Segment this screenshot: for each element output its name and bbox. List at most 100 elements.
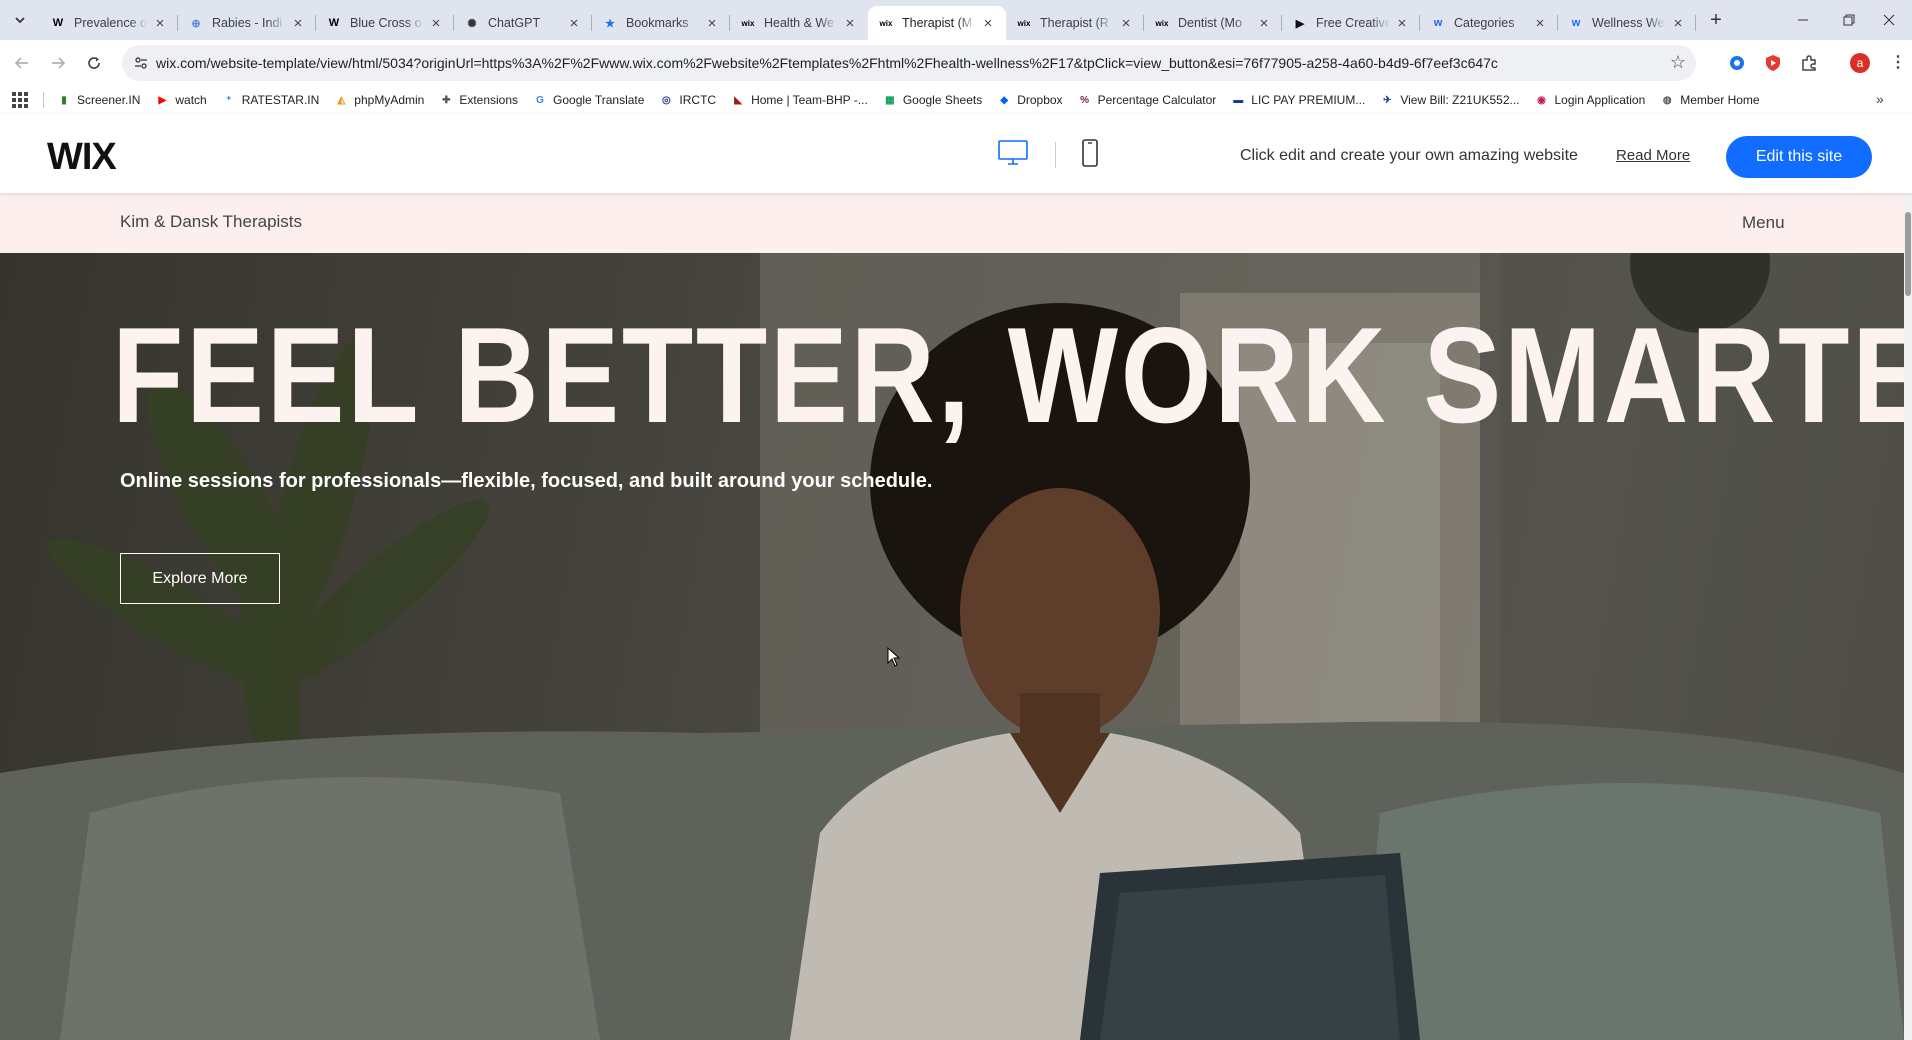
browser-tab[interactable]: W Blue Cross o × [316, 6, 454, 40]
address-bar[interactable]: wix.com/website-template/view/html/5034?… [122, 45, 1696, 81]
bookmark-label: Extensions [459, 93, 519, 107]
minimize-button[interactable] [1780, 0, 1826, 40]
browser-tab[interactable]: ✺ ChatGPT × [454, 6, 592, 40]
bookmark-label: Member Home [1680, 93, 1760, 107]
youtube-icon: ▶ [158, 94, 167, 106]
webflow-icon: w [1571, 17, 1581, 29]
close-tab-icon[interactable]: × [980, 15, 996, 32]
wix-preview-bar: WIX Click edit and create your own amazi… [0, 114, 1912, 193]
browser-tab[interactable]: ⊕ Rabies - Indi × [178, 6, 316, 40]
browser-tab[interactable]: ★ Bookmarks × [592, 6, 730, 40]
wix-logo[interactable]: WIX [47, 136, 117, 179]
extension-shield-icon[interactable] [1762, 52, 1784, 74]
bookmark-label: RATESTAR.IN [241, 93, 320, 107]
tab-title: Prevalence o [74, 16, 147, 30]
tab-title: ChatGPT [488, 16, 541, 30]
close-tab-icon[interactable]: × [1256, 15, 1272, 32]
forward-button[interactable] [46, 51, 70, 75]
bookmark-label: IRCTC [679, 93, 717, 107]
teambhp-icon: ◣ [734, 94, 742, 106]
webflow-icon: w [1433, 17, 1443, 29]
profile-avatar[interactable]: a [1850, 53, 1870, 73]
read-more-link[interactable]: Read More [1616, 147, 1690, 164]
bookmark-star-icon[interactable]: ☆ [1670, 52, 1686, 73]
close-tab-icon[interactable]: × [1118, 15, 1134, 32]
bookmarks-divider [43, 92, 44, 108]
more-bookmarks-icon[interactable]: » [1876, 91, 1884, 107]
browser-tab[interactable]: W Prevalence o × [40, 6, 178, 40]
edit-this-site-button[interactable]: Edit this site [1726, 136, 1872, 178]
browser-menu-icon[interactable]: ⋮ [1890, 52, 1906, 72]
bookmark-item[interactable]: ⁺ RATESTAR.IN [221, 92, 320, 108]
browser-tab[interactable]: wix Therapist (R × [1006, 6, 1144, 40]
bookmark-item[interactable]: ◍ Member Home [1659, 92, 1760, 108]
bookmark-item[interactable]: ▶ watch [154, 92, 207, 108]
tab-title: Rabies - Indi [212, 16, 283, 30]
globe-icon: ⊕ [191, 17, 201, 30]
explore-more-button[interactable]: Explore More [120, 553, 280, 604]
globe-icon: ◍ [1662, 94, 1672, 106]
close-tab-icon[interactable]: × [1532, 15, 1548, 32]
close-window-button[interactable] [1866, 0, 1912, 40]
page-scrollbar[interactable] [1904, 193, 1912, 1040]
close-tab-icon[interactable]: × [1670, 15, 1686, 32]
close-tab-icon[interactable]: × [1394, 15, 1410, 32]
browser-tab[interactable]: ▶ Free Creative × [1282, 6, 1420, 40]
close-tab-icon[interactable]: × [428, 15, 444, 32]
tab-title: Therapist (M [902, 16, 973, 30]
bar-chart-icon: ▮ [61, 94, 67, 106]
browser-tab[interactable]: wix Therapist (M × [868, 6, 1006, 40]
new-tab-button[interactable]: + [1704, 8, 1728, 32]
translate-icon: G [536, 94, 544, 106]
bookmark-item[interactable]: ▮ Screener.IN [56, 92, 140, 108]
bookmark-label: LIC PAY PREMIUM... [1251, 93, 1366, 107]
close-tab-icon[interactable]: × [704, 15, 720, 32]
extension-globe-icon[interactable] [1726, 52, 1748, 74]
bookmark-label: View Bill: Z21UK552... [1400, 93, 1520, 107]
site-menu-button[interactable]: Menu [1742, 213, 1785, 233]
tab-title: Therapist (R [1040, 16, 1109, 30]
scrollbar-thumb[interactable] [1905, 212, 1911, 296]
apps-grid-icon[interactable] [12, 92, 28, 108]
mouse-cursor-icon [887, 647, 901, 667]
browser-tab-strip: W Prevalence o × ⊕ Rabies - Indi × W Blue Cross… [0, 0, 1912, 40]
bookmark-item[interactable]: ✈ View Bill: Z21UK552... [1379, 92, 1519, 108]
extensions-puzzle-icon[interactable] [1798, 52, 1820, 74]
close-tab-icon[interactable]: × [290, 15, 306, 32]
close-tab-icon[interactable]: × [566, 15, 582, 32]
bookmark-item[interactable]: ▦ Google Sheets [882, 92, 982, 108]
bookmark-item[interactable]: ◣ Home | Team-BHP -... [730, 92, 868, 108]
ratestar-icon: ⁺ [226, 94, 232, 106]
bookmark-item[interactable]: % Percentage Calculator [1077, 92, 1216, 108]
tab-title: Health & We [764, 16, 834, 30]
close-tab-icon[interactable]: × [152, 15, 168, 32]
url-text[interactable]: wix.com/website-template/view/html/5034?… [156, 55, 1498, 71]
tab-title: Categories [1454, 16, 1515, 30]
reload-button[interactable] [82, 51, 106, 75]
bookmark-item[interactable]: ◆ Dropbox [996, 92, 1062, 108]
wix-icon: wix [741, 18, 755, 28]
site-info-icon[interactable] [132, 54, 150, 72]
browser-tab[interactable]: w Categories × [1420, 6, 1558, 40]
bookmark-item[interactable]: G Google Translate [532, 92, 644, 108]
desktop-view-icon[interactable] [998, 140, 1028, 166]
site-name[interactable]: Kim & Dansk Therapists [120, 212, 302, 232]
browser-tab[interactable]: w Wellness We × [1558, 6, 1696, 40]
puzzle-icon: ✚ [442, 94, 451, 106]
dropbox-icon: ◆ [1000, 94, 1009, 106]
bookmark-item[interactable]: ✚ Extensions [438, 92, 518, 108]
mobile-view-icon[interactable] [1082, 139, 1098, 167]
bookmark-item[interactable]: ◎ IRCTC [658, 92, 716, 108]
hero-title: FEEL BETTER, WORK SMARTER [112, 299, 1904, 451]
close-tab-icon[interactable]: × [842, 15, 858, 32]
hero-subtitle: Online sessions for professionals—flexib… [120, 470, 933, 492]
bookmark-item[interactable]: ◭ phpMyAdmin [333, 92, 424, 108]
browser-tab[interactable]: wix Health & We × [730, 6, 868, 40]
browser-tab[interactable]: wix Dentist (Mo × [1144, 6, 1282, 40]
bill-icon: ✈ [1383, 94, 1392, 106]
bookmark-item[interactable]: ◉ Login Application [1534, 92, 1645, 108]
tab-search-chevron-icon[interactable] [8, 8, 32, 32]
bookmark-item[interactable]: ▬ LIC PAY PREMIUM... [1230, 92, 1365, 108]
back-button[interactable] [10, 51, 34, 75]
tab-title: Dentist (Mo [1178, 16, 1242, 30]
